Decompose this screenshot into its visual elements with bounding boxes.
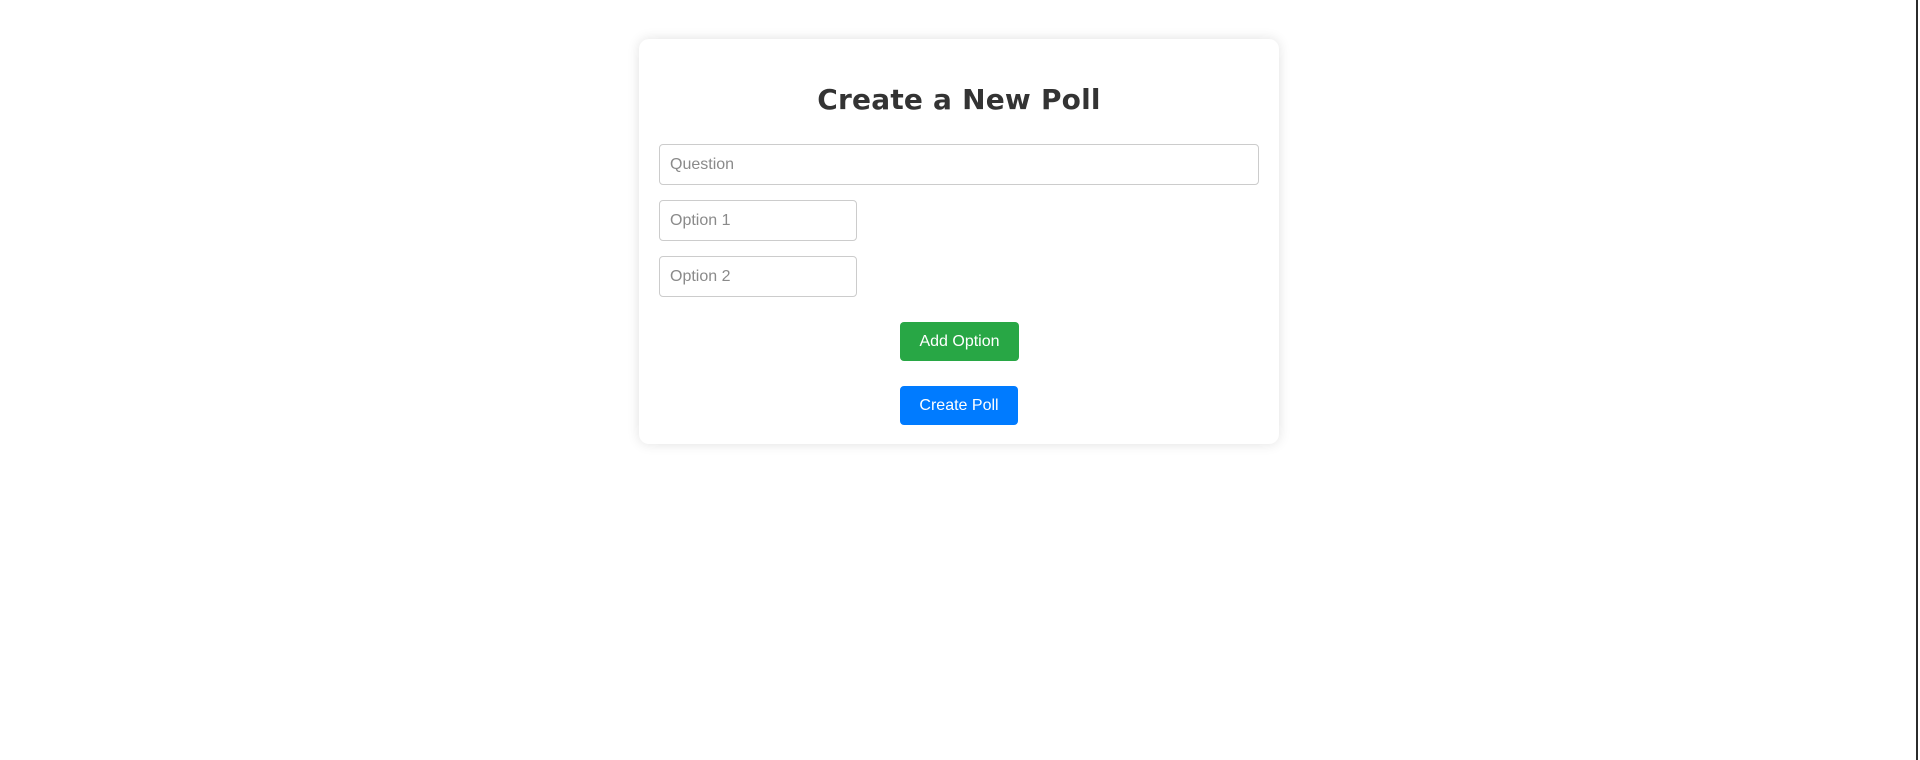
create-poll-card: Create a New Poll Add Option Create Poll <box>639 39 1279 444</box>
option-1-input[interactable] <box>659 200 857 241</box>
page-title: Create a New Poll <box>817 83 1101 116</box>
question-input[interactable] <box>659 144 1259 185</box>
create-poll-button[interactable]: Create Poll <box>900 386 1018 425</box>
add-option-button[interactable]: Add Option <box>900 322 1019 361</box>
page-viewport: Create a New Poll Add Option Create Poll <box>0 0 1918 760</box>
option-2-input[interactable] <box>659 256 857 297</box>
